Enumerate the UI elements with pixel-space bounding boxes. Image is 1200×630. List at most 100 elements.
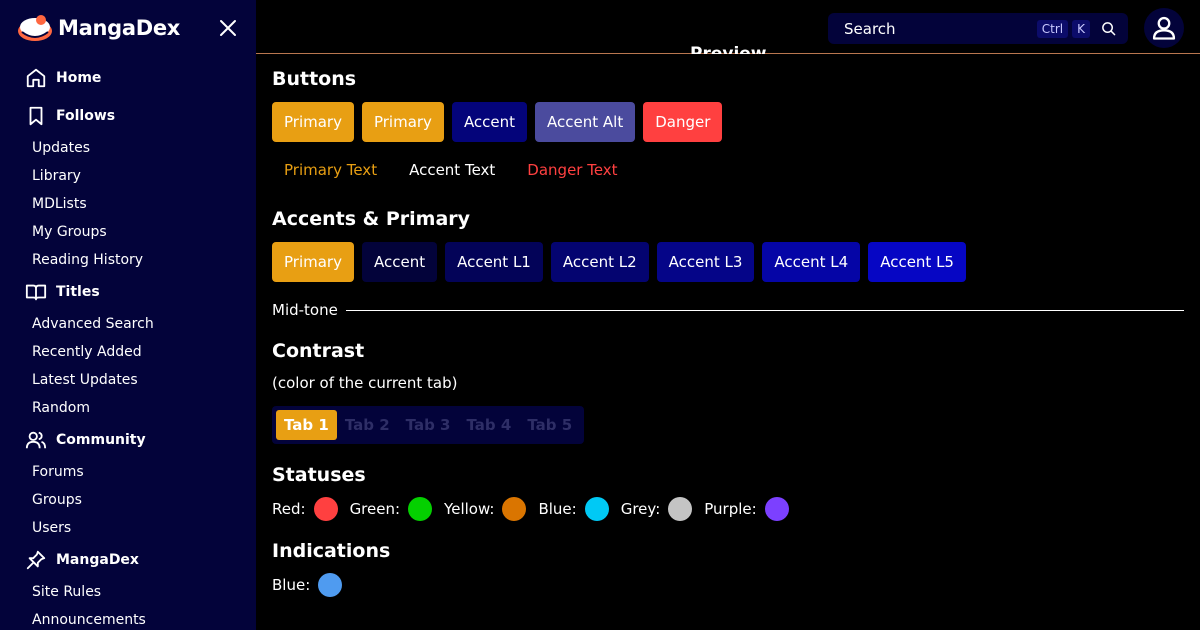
- swatch-primary[interactable]: Primary: [272, 242, 354, 282]
- primary-button[interactable]: Primary: [272, 102, 354, 142]
- text-buttons-row: Primary Text Accent Text Danger Text: [272, 150, 630, 190]
- sidebar-item-library[interactable]: Library: [0, 162, 256, 190]
- sidebar-item-announcements[interactable]: Announcements: [0, 606, 256, 630]
- search-input[interactable]: Search Ctrl K: [828, 13, 1128, 44]
- sidebar-item-random[interactable]: Random: [0, 394, 256, 422]
- tab-2[interactable]: Tab 2: [337, 410, 398, 440]
- sidebar-item-updates[interactable]: Updates: [0, 134, 256, 162]
- status-label: Yellow:: [444, 500, 495, 518]
- status-dot: [502, 497, 527, 521]
- swatch-accent[interactable]: Accent: [361, 242, 438, 282]
- status-green: Green:: [349, 497, 433, 521]
- close-icon: [220, 20, 236, 36]
- home-icon: [24, 66, 48, 90]
- accent-button[interactable]: Accent: [451, 102, 528, 142]
- accent-alt-button[interactable]: Accent Alt: [535, 102, 636, 142]
- status-label: Red:: [272, 500, 306, 518]
- tab-5[interactable]: Tab 5: [519, 410, 580, 440]
- user-icon: [1152, 16, 1176, 40]
- status-label: Purple:: [704, 500, 757, 518]
- indication-label: Blue:: [272, 576, 311, 594]
- section-title-statuses: Statuses: [272, 464, 366, 486]
- tab-bar: Tab 1 Tab 2 Tab 3 Tab 4 Tab 5: [272, 406, 585, 444]
- sidebar: MangaDex Home Follows Updates Library MD…: [0, 0, 256, 630]
- swatch-accent-l4[interactable]: Accent L4: [762, 242, 861, 282]
- status-dot: [313, 497, 338, 521]
- sidebar-item-recently-added[interactable]: Recently Added: [0, 338, 256, 366]
- status-dot: [584, 497, 609, 521]
- midtone-label: Mid-tone: [272, 301, 338, 319]
- section-title-accents: Accents & Primary: [272, 208, 471, 230]
- midtone-divider: Mid-tone: [272, 300, 1184, 320]
- sidebar-item-reading-history[interactable]: Reading History: [0, 246, 256, 274]
- mangadex-logo-icon: [18, 15, 52, 41]
- sidebar-section-mangadex[interactable]: MangaDex: [0, 542, 256, 578]
- indication-swatches: Blue:: [272, 572, 354, 598]
- swatch-accent-l2[interactable]: Accent L2: [550, 242, 649, 282]
- sidebar-section-follows[interactable]: Follows: [0, 98, 256, 134]
- sidebar-section-label: MangaDex: [56, 552, 139, 568]
- section-title-contrast: Contrast: [272, 340, 365, 362]
- danger-button[interactable]: Danger: [643, 102, 723, 142]
- bookmark-icon: [24, 104, 48, 128]
- sidebar-section-label: Titles: [56, 284, 100, 300]
- search-placeholder: Search: [844, 19, 896, 38]
- sidebar-item-site-rules[interactable]: Site Rules: [0, 578, 256, 606]
- status-blue: Blue:: [538, 497, 609, 521]
- sidebar-section-label: Follows: [56, 108, 116, 124]
- kbd-ctrl: Ctrl: [1036, 19, 1069, 38]
- brand-logo[interactable]: MangaDex: [16, 10, 180, 46]
- brand-name: MangaDex: [58, 16, 181, 40]
- status-yellow: Yellow:: [444, 497, 527, 521]
- swatch-accent-l5[interactable]: Accent L5: [868, 242, 966, 282]
- status-dot: [764, 497, 789, 521]
- swatch-accent-l1[interactable]: Accent L1: [445, 242, 543, 282]
- users-icon: [24, 428, 48, 452]
- tab-4[interactable]: Tab 4: [458, 410, 519, 440]
- status-swatches: Red: Green: Yellow: Blue: Grey: Purple:: [272, 496, 801, 522]
- tab-3[interactable]: Tab 3: [398, 410, 459, 440]
- sidebar-section-community[interactable]: Community: [0, 422, 256, 458]
- search-icon[interactable]: [1098, 19, 1118, 39]
- status-purple: Purple:: [704, 497, 789, 521]
- sidebar-item-users[interactable]: Users: [0, 514, 256, 542]
- sidebar-item-mdlists[interactable]: MDLists: [0, 190, 256, 218]
- sidebar-section-label: Community: [56, 432, 146, 448]
- section-title-buttons: Buttons: [272, 68, 357, 90]
- contrast-subtitle: (color of the current tab): [272, 374, 458, 392]
- status-dot: [408, 497, 433, 521]
- primary-text-button[interactable]: Primary Text: [272, 150, 389, 190]
- sidebar-section-titles[interactable]: Titles: [0, 274, 256, 310]
- tab-1[interactable]: Tab 1: [276, 410, 337, 440]
- pin-icon: [24, 548, 48, 572]
- sidebar-item-groups[interactable]: Groups: [0, 486, 256, 514]
- sidebar-nav: Home Follows Updates Library MDLists My …: [0, 60, 256, 630]
- sidebar-item-latest-updates[interactable]: Latest Updates: [0, 366, 256, 394]
- indication-blue: Blue:: [272, 573, 343, 597]
- indication-dot: [318, 573, 343, 597]
- status-label: Blue:: [538, 500, 577, 518]
- sidebar-section-home[interactable]: Home: [0, 60, 256, 96]
- status-label: Green:: [349, 500, 401, 518]
- status-dot: [668, 497, 693, 521]
- status-grey: Grey:: [621, 497, 693, 521]
- divider-line: [345, 309, 1184, 311]
- user-avatar-button[interactable]: [1144, 8, 1184, 48]
- sidebar-item-advanced-search[interactable]: Advanced Search: [0, 310, 256, 338]
- solid-buttons-row: Primary Primary Accent Accent Alt Danger: [272, 102, 723, 142]
- swatch-accent-l3[interactable]: Accent L3: [656, 242, 755, 282]
- kbd-k: K: [1072, 19, 1090, 38]
- book-open-icon: [24, 280, 48, 304]
- primary-button[interactable]: Primary: [361, 102, 444, 142]
- sidebar-item-my-groups[interactable]: My Groups: [0, 218, 256, 246]
- close-sidebar-button[interactable]: [216, 16, 240, 40]
- preview-heading: Preview: [690, 44, 767, 54]
- section-title-indications: Indications: [272, 540, 391, 562]
- status-label: Grey:: [620, 500, 661, 518]
- sidebar-item-forums[interactable]: Forums: [0, 458, 256, 486]
- accent-text-button[interactable]: Accent Text: [397, 150, 507, 190]
- status-red: Red:: [272, 497, 338, 521]
- danger-text-button[interactable]: Danger Text: [515, 150, 629, 190]
- sidebar-section-label: Home: [56, 70, 102, 86]
- accent-swatches-row: Primary Accent Accent L1 Accent L2 Accen…: [272, 242, 966, 282]
